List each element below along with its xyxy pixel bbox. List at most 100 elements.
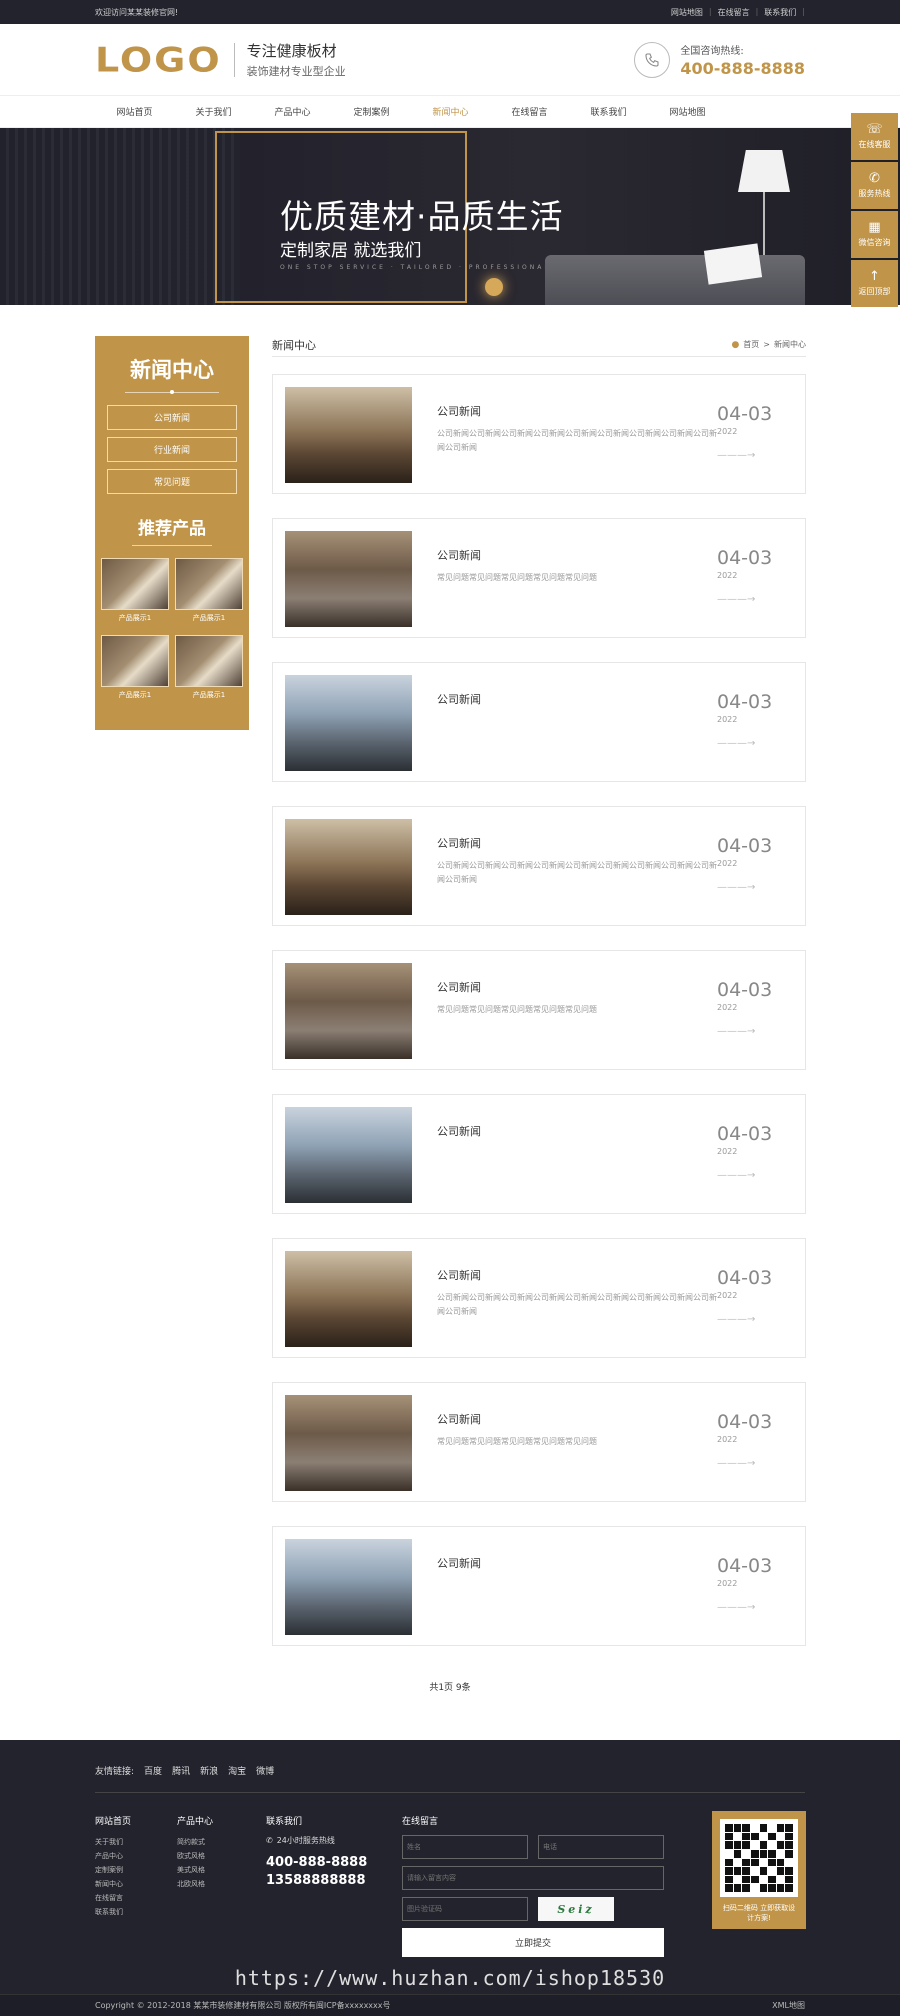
- logo[interactable]: LOGO: [95, 40, 222, 80]
- news-date: 04-03 2022 ———→: [717, 547, 787, 605]
- arrow-right-icon: ———→: [717, 450, 756, 461]
- nav-item-news[interactable]: 新闻中心: [411, 105, 490, 118]
- friend-link-sina[interactable]: 新浪: [200, 1764, 218, 1777]
- news-thumbnail[interactable]: [285, 1251, 412, 1347]
- sidebar-item-faq[interactable]: 常见问题: [107, 469, 237, 494]
- footer-link[interactable]: 简约款式: [177, 1835, 213, 1849]
- footer-link[interactable]: 定制案例: [95, 1863, 131, 1877]
- xml-sitemap-link[interactable]: XML地图: [772, 2000, 805, 2011]
- news-item[interactable]: 公司新闻 公司新闻公司新闻公司新闻公司新闻公司新闻公司新闻公司新闻公司新闻公司新…: [272, 374, 806, 494]
- product-thumbnail: [175, 558, 243, 610]
- banner-wall-texture: [0, 128, 240, 305]
- banner-subtitle: 定制家居 就选我们: [280, 241, 422, 261]
- copyright-bar: Copyright © 2012-2018 某某市装修建材有限公司 版权所有闽I…: [0, 1994, 900, 2016]
- news-title[interactable]: 公司新闻: [437, 1123, 481, 1139]
- footer-col-heading[interactable]: 网站首页: [95, 1814, 131, 1827]
- brand[interactable]: LOGO 专注健康板材 装饰建材专业型企业: [95, 38, 346, 82]
- news-item[interactable]: 公司新闻 公司新闻公司新闻公司新闻公司新闻公司新闻公司新闻公司新闻公司新闻公司新…: [272, 1238, 806, 1358]
- topbar-link-message[interactable]: 在线留言: [718, 7, 750, 18]
- news-thumbnail[interactable]: [285, 1395, 412, 1491]
- submit-button[interactable]: 立即提交: [402, 1928, 664, 1957]
- nav-item-sitemap[interactable]: 网站地图: [648, 105, 727, 118]
- news-title[interactable]: 公司新闻: [437, 691, 481, 707]
- friend-link-weibo[interactable]: 微博: [256, 1764, 274, 1777]
- news-date-day: 04-03: [717, 979, 773, 1001]
- sidebar-item-industry-news[interactable]: 行业新闻: [107, 437, 237, 462]
- news-title[interactable]: 公司新闻: [437, 1555, 481, 1571]
- arrow-right-icon: ———→: [717, 1314, 756, 1325]
- news-item[interactable]: 公司新闻 04-03 2022 ———→: [272, 662, 806, 782]
- phone-field[interactable]: [538, 1835, 664, 1859]
- hotline-button[interactable]: ✆ 服务热线: [851, 162, 898, 209]
- up-arrow-icon: ↑: [869, 269, 880, 284]
- product-card[interactable]: 产品展示1: [101, 635, 169, 700]
- message-form-heading: 在线留言: [402, 1817, 439, 1827]
- news-thumbnail[interactable]: [285, 531, 412, 627]
- footer-link[interactable]: 欧式风格: [177, 1849, 213, 1863]
- product-thumbnail: [101, 558, 169, 610]
- sidebar-menu: 公司新闻 行业新闻 常见问题: [95, 405, 249, 494]
- name-field[interactable]: [402, 1835, 528, 1859]
- footer-link[interactable]: 产品中心: [95, 1849, 131, 1863]
- news-thumbnail[interactable]: [285, 1539, 412, 1635]
- news-title[interactable]: 公司新闻: [437, 1411, 481, 1427]
- news-title[interactable]: 公司新闻: [437, 403, 481, 419]
- headset-icon: ☏: [866, 122, 883, 137]
- news-item[interactable]: 公司新闻 04-03 2022 ———→: [272, 1526, 806, 1646]
- footer-link[interactable]: 北欧风格: [177, 1877, 213, 1891]
- product-card[interactable]: 产品展示1: [101, 558, 169, 623]
- friend-link-tencent[interactable]: 腾讯: [172, 1764, 190, 1777]
- captcha-image[interactable]: Seiz: [538, 1897, 614, 1921]
- product-card[interactable]: 产品展示1: [175, 635, 243, 700]
- news-title[interactable]: 公司新闻: [437, 979, 481, 995]
- news-thumbnail[interactable]: [285, 963, 412, 1059]
- news-item[interactable]: 公司新闻 04-03 2022 ———→: [272, 1094, 806, 1214]
- sidebar-item-company-news[interactable]: 公司新闻: [107, 405, 237, 430]
- friend-link-taobao[interactable]: 淘宝: [228, 1764, 246, 1777]
- breadcrumb-current[interactable]: 新闻中心: [774, 339, 806, 350]
- breadcrumb-home[interactable]: 首页: [743, 339, 759, 350]
- nav-item-message[interactable]: 在线留言: [490, 105, 569, 118]
- news-thumbnail[interactable]: [285, 675, 412, 771]
- news-date-year: 2022: [717, 1147, 738, 1156]
- product-caption: 产品展示1: [118, 614, 152, 622]
- news-date-year: 2022: [717, 427, 738, 436]
- news-item[interactable]: 公司新闻 常见问题常见问题常见问题常见问题常见问题 04-03 2022 ———…: [272, 950, 806, 1070]
- wechat-button[interactable]: ▦ 微信咨询: [851, 211, 898, 258]
- watermark-text: https://www.huzhan.com/ishop18530: [234, 1966, 666, 1990]
- captcha-field[interactable]: [402, 1897, 528, 1921]
- message-field[interactable]: [402, 1866, 664, 1890]
- news-thumbnail[interactable]: [285, 387, 412, 483]
- footer-link[interactable]: 联系我们: [95, 1905, 131, 1919]
- footer-link[interactable]: 美式风格: [177, 1863, 213, 1877]
- topbar: 欢迎访问某某装修官网! 网站地图 | 在线留言 | 联系我们 |: [0, 0, 900, 24]
- news-title[interactable]: 公司新闻: [437, 1267, 481, 1283]
- topbar-link-sitemap[interactable]: 网站地图: [671, 7, 703, 18]
- topbar-link-contact[interactable]: 联系我们: [764, 7, 796, 18]
- news-thumbnail[interactable]: [285, 1107, 412, 1203]
- footer-col-heading[interactable]: 联系我们: [266, 1814, 367, 1827]
- news-title[interactable]: 公司新闻: [437, 835, 481, 851]
- news-thumbnail[interactable]: [285, 819, 412, 915]
- footer-col-heading[interactable]: 产品中心: [177, 1814, 213, 1827]
- nav-item-about[interactable]: 关于我们: [174, 105, 253, 118]
- nav-item-products[interactable]: 产品中心: [253, 105, 332, 118]
- news-title[interactable]: 公司新闻: [437, 547, 481, 563]
- friend-link-baidu[interactable]: 百度: [144, 1764, 162, 1777]
- news-item[interactable]: 公司新闻 公司新闻公司新闻公司新闻公司新闻公司新闻公司新闻公司新闻公司新闻公司新…: [272, 806, 806, 926]
- recommended-products-heading: 推荐产品: [138, 519, 206, 539]
- footer-link[interactable]: 关于我们: [95, 1835, 131, 1849]
- product-card[interactable]: 产品展示1: [175, 558, 243, 623]
- nav-item-cases[interactable]: 定制案例: [332, 105, 411, 118]
- online-service-button[interactable]: ☏ 在线客服: [851, 113, 898, 160]
- topbar-separator: |: [708, 6, 712, 16]
- sidebar-heading-divider: [125, 390, 219, 394]
- nav-item-contact[interactable]: 联系我们: [569, 105, 648, 118]
- nav-item-home[interactable]: 网站首页: [95, 105, 174, 118]
- back-to-top-button[interactable]: ↑ 返回顶部: [851, 260, 898, 307]
- news-item[interactable]: 公司新闻 常见问题常见问题常见问题常见问题常见问题 04-03 2022 ———…: [272, 1382, 806, 1502]
- sidebar-heading: 新闻中心: [130, 358, 214, 382]
- footer-link[interactable]: 在线留言: [95, 1891, 131, 1905]
- footer-link[interactable]: 新闻中心: [95, 1877, 131, 1891]
- news-item[interactable]: 公司新闻 常见问题常见问题常见问题常见问题常见问题 04-03 2022 ———…: [272, 518, 806, 638]
